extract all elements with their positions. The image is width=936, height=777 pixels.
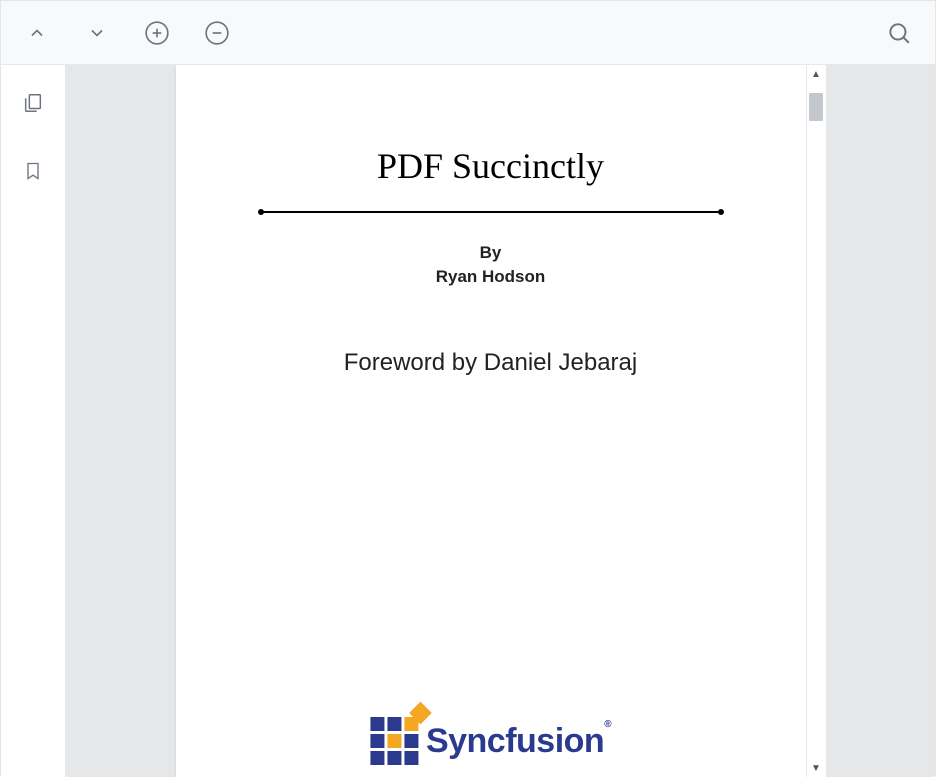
author-name: Ryan Hodson — [436, 267, 546, 287]
by-label: By — [480, 243, 502, 263]
logo-mark-icon — [370, 717, 418, 765]
scroll-down-button[interactable]: ▼ — [806, 759, 826, 777]
chevron-down-icon — [87, 23, 107, 43]
previous-page-button[interactable] — [21, 17, 53, 49]
thumbnails-button[interactable] — [15, 85, 51, 121]
next-page-button[interactable] — [81, 17, 113, 49]
document-title: PDF Succinctly — [377, 145, 604, 187]
scroll-up-button[interactable]: ▲ — [806, 65, 826, 83]
search-icon — [886, 20, 912, 46]
scroll-thumb[interactable] — [809, 93, 823, 121]
toolbar — [1, 1, 935, 65]
page-viewer[interactable]: PDF Succinctly By Ryan Hodson Foreword b… — [66, 65, 935, 777]
bookmarks-button[interactable] — [15, 153, 51, 189]
zoom-in-button[interactable] — [141, 17, 173, 49]
publisher-name: Syncfusion® — [426, 722, 611, 761]
title-rule — [261, 209, 721, 215]
copy-icon — [22, 92, 44, 114]
search-button[interactable] — [883, 17, 915, 49]
publisher-logo: Syncfusion® — [370, 717, 611, 765]
sidebar — [1, 65, 66, 777]
zoom-out-button[interactable] — [201, 17, 233, 49]
chevron-up-icon — [27, 23, 47, 43]
bookmark-icon — [23, 160, 43, 182]
vertical-scrollbar[interactable]: ▲ ▼ — [806, 65, 826, 777]
document-page: PDF Succinctly By Ryan Hodson Foreword b… — [176, 65, 806, 777]
plus-circle-icon — [144, 20, 170, 46]
minus-circle-icon — [204, 20, 230, 46]
main-area: PDF Succinctly By Ryan Hodson Foreword b… — [1, 65, 935, 777]
foreword-text: Foreword by Daniel Jebaraj — [344, 349, 637, 377]
